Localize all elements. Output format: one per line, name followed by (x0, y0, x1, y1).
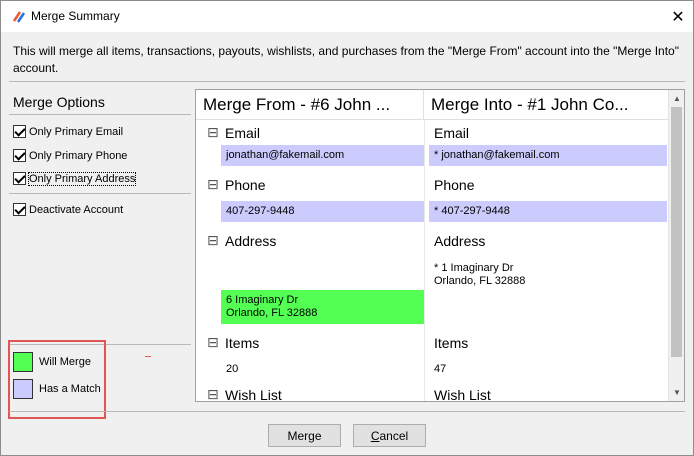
legend-will-merge: Will Merge (13, 352, 91, 372)
checkbox-label: Deactivate Account (29, 203, 124, 216)
cancel-accelerator: C (370, 428, 380, 443)
collapse-icon[interactable]: ⊟ (207, 232, 219, 249)
legend-has-match: Has a Match (13, 379, 101, 399)
only-primary-address-checkbox[interactable]: Only Primary Address (13, 171, 137, 186)
checkbox-label: Only Primary Phone (29, 149, 128, 162)
collapse-icon[interactable]: ⊟ (207, 386, 219, 401)
legend-label: Will Merge (39, 356, 91, 368)
title-bar: Merge Summary ✕ (1, 1, 693, 32)
checkbox-label: Only Primary Email (29, 125, 124, 138)
cancel-button[interactable]: Cancel (353, 424, 426, 447)
column-header-merge-into[interactable]: Merge Into - #1 John Co... (424, 90, 669, 120)
divider (9, 81, 685, 82)
checkbox-checked-icon[interactable] (13, 172, 26, 185)
field-label-phone: Phone (225, 177, 266, 193)
field-label-address: Address (225, 233, 277, 249)
field-label-phone: Phone (434, 177, 475, 193)
deactivate-account-checkbox[interactable]: Deactivate Account (13, 203, 123, 216)
divider (9, 411, 685, 412)
only-primary-phone-checkbox[interactable]: Only Primary Phone (13, 149, 127, 162)
has-match-swatch (13, 379, 33, 399)
field-label-items: Items (225, 335, 260, 351)
scrollbar-thumb[interactable] (671, 107, 682, 357)
field-label-wish-list: Wish List (434, 387, 491, 402)
email-into-value: * jonathan@fakemail.com (429, 145, 667, 166)
address-line: Orlando, FL 32888 (434, 275, 526, 287)
checkbox-checked-icon[interactable] (13, 125, 26, 138)
legend-label: Has a Match (39, 383, 101, 395)
vertical-scrollbar[interactable]: ▲ ▼ (668, 90, 684, 401)
column-divider (424, 120, 425, 401)
column-header-merge-from[interactable]: Merge From - #6 John ... (196, 90, 424, 120)
divider (9, 193, 191, 194)
phone-from-value: 407-297-9448 (221, 201, 424, 222)
merge-comparison-grid[interactable]: Merge From - #6 John ... Merge Into - #1… (195, 89, 685, 402)
address-into-value: * 1 Imaginary Dr Orlando, FL 32888 (429, 262, 667, 288)
collapse-icon[interactable]: ⊟ (207, 334, 219, 351)
field-label-items: Items (434, 335, 469, 351)
checkbox-checked-icon[interactable] (13, 149, 26, 162)
scroll-down-arrow-icon[interactable]: ▼ (669, 384, 684, 401)
merge-description: This will merge all items, transactions,… (13, 44, 679, 75)
field-label-email: Email (434, 125, 470, 141)
cancel-label: ancel (379, 428, 409, 443)
annotation-mark (145, 356, 151, 357)
divider (9, 114, 191, 115)
merge-button[interactable]: Merge (268, 424, 341, 447)
window-title: Merge Summary (31, 9, 120, 23)
checkbox-checked-icon[interactable] (13, 203, 26, 216)
will-merge-swatch (13, 352, 33, 372)
items-into-value: 47 (434, 363, 447, 375)
email-from-value: jonathan@fakemail.com (221, 145, 424, 166)
scroll-up-arrow-icon[interactable]: ▲ (669, 90, 684, 107)
address-line: 6 Imaginary Dr (226, 294, 299, 306)
address-from-value: 6 Imaginary Dr Orlando, FL 32888 (221, 290, 424, 324)
merge-options-title: Merge Options (13, 94, 105, 110)
close-button[interactable]: ✕ (663, 1, 693, 32)
field-label-wish-list: Wish List (225, 387, 282, 402)
app-logo-icon (12, 11, 26, 23)
items-from-value: 20 (226, 363, 239, 375)
collapse-icon[interactable]: ⊟ (207, 124, 219, 141)
phone-into-value: * 407-297-9448 (429, 201, 667, 222)
collapse-icon[interactable]: ⊟ (207, 176, 219, 193)
merge-summary-dialog: Merge Summary ✕ This will merge all item… (0, 0, 694, 456)
address-line: * 1 Imaginary Dr (434, 262, 514, 274)
address-line: Orlando, FL 32888 (226, 307, 318, 319)
checkbox-label: Only Primary Address (27, 171, 137, 186)
field-label-email: Email (225, 125, 261, 141)
only-primary-email-checkbox[interactable]: Only Primary Email (13, 125, 123, 138)
field-label-address: Address (434, 233, 486, 249)
